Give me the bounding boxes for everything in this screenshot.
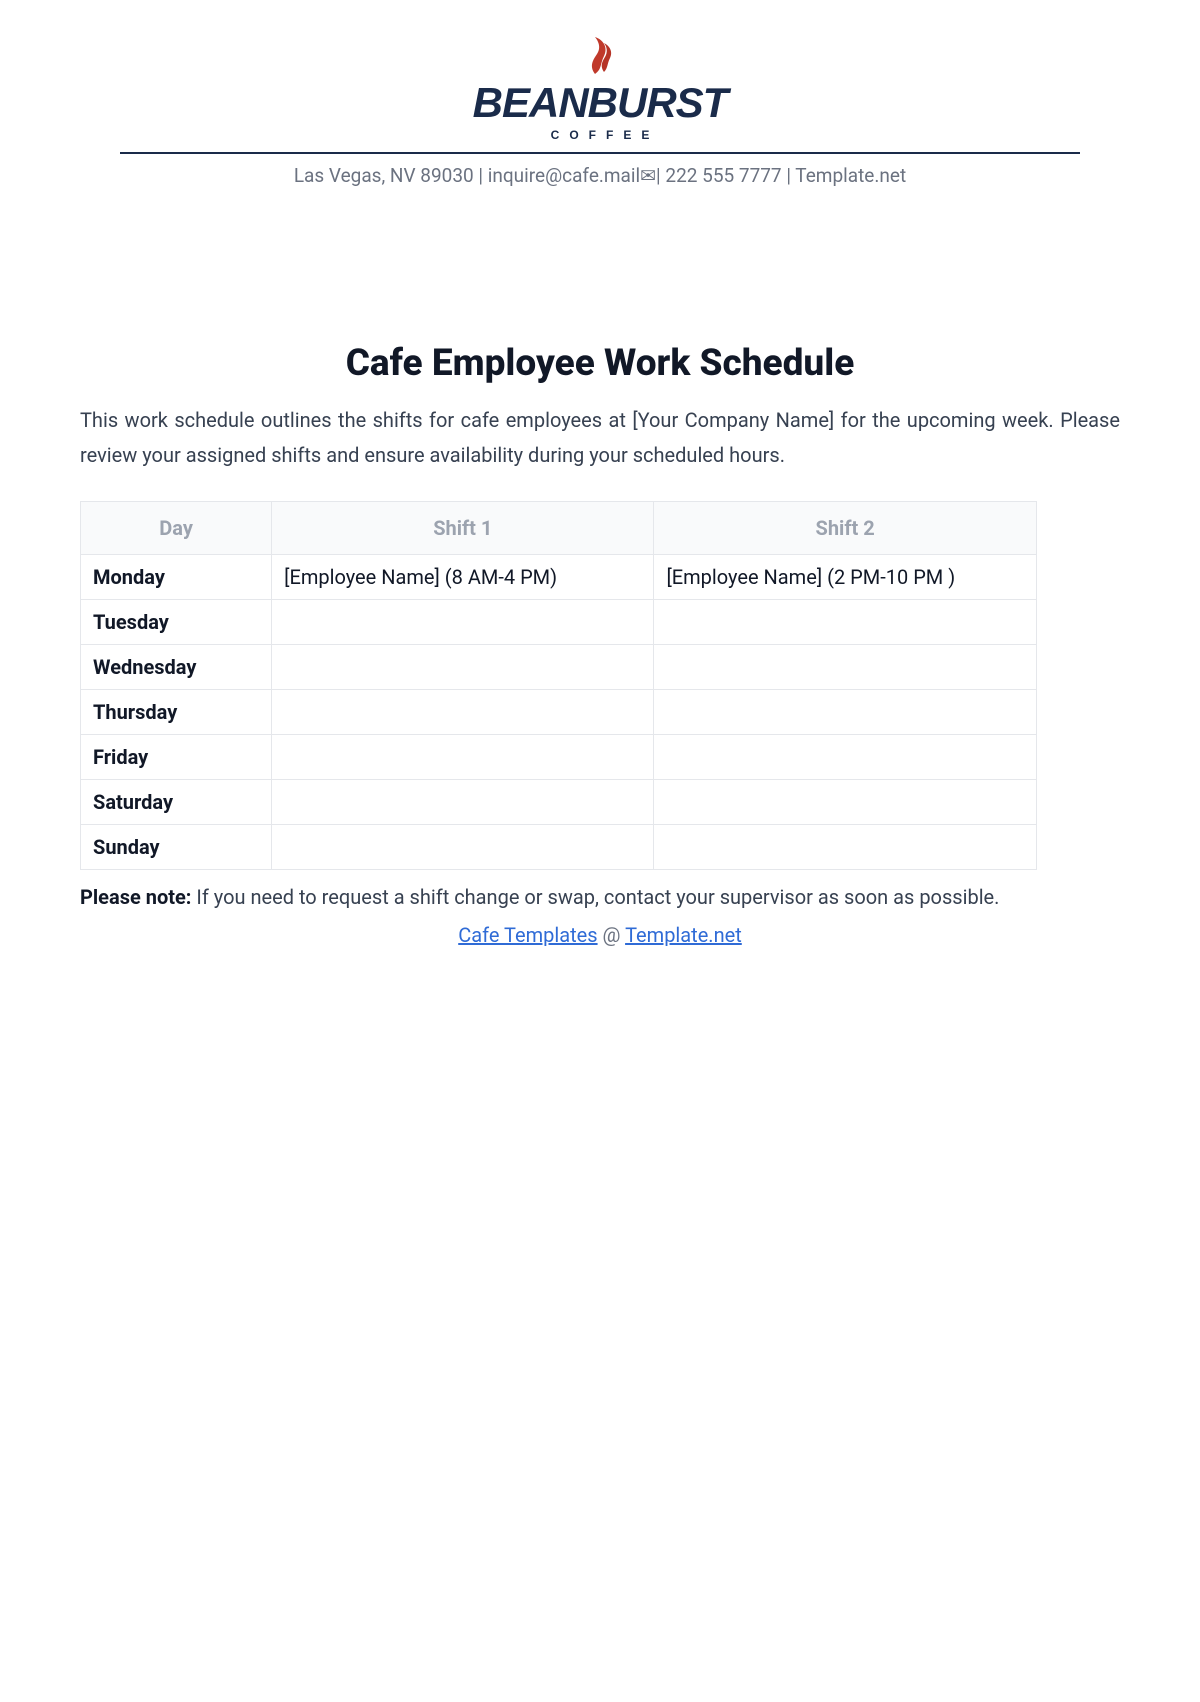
footer-links: Cafe Templates @ Template.net <box>80 923 1120 947</box>
col-header-shift1: Shift 1 <box>272 502 654 555</box>
cell-shift2: [Employee Name] (2 PM-10 PM ) <box>654 555 1036 600</box>
logo-subtext: COFFEE <box>120 128 1080 142</box>
cell-shift1 <box>272 600 654 645</box>
cell-shift1 <box>272 825 654 870</box>
logo-wordmark: BEANBURST <box>120 82 1080 124</box>
table-header-row: Day Shift 1 Shift 2 <box>81 502 1037 555</box>
cell-shift2 <box>654 690 1036 735</box>
link-cafe-templates[interactable]: Cafe Templates <box>458 923 597 947</box>
table-row: Tuesday <box>81 600 1037 645</box>
cell-day: Tuesday <box>81 600 272 645</box>
page-title: Cafe Employee Work Schedule <box>80 342 1120 385</box>
cell-shift2 <box>654 735 1036 780</box>
cell-shift1 <box>272 690 654 735</box>
cell-shift1 <box>272 780 654 825</box>
cell-shift2 <box>654 645 1036 690</box>
table-row: Saturday <box>81 780 1037 825</box>
document-page: BEANBURST COFFEE Las Vegas, NV 89030 | i… <box>0 0 1200 1007</box>
cell-shift1 <box>272 645 654 690</box>
cell-shift2 <box>654 780 1036 825</box>
table-row: Sunday <box>81 825 1037 870</box>
note-paragraph: Please note: If you need to request a sh… <box>80 880 1120 915</box>
col-header-day: Day <box>81 502 272 555</box>
brand-logo: BEANBURST COFFEE <box>120 30 1080 152</box>
note-text: If you need to request a shift change or… <box>191 885 999 909</box>
cell-shift2 <box>654 600 1036 645</box>
schedule-table: Day Shift 1 Shift 2 Monday [Employee Nam… <box>80 501 1037 870</box>
footer-separator: @ <box>598 923 626 947</box>
contact-line: Las Vegas, NV 89030 | inquire@cafe.mail✉… <box>120 154 1080 187</box>
link-template-net[interactable]: Template.net <box>625 923 742 947</box>
table-row: Thursday <box>81 690 1037 735</box>
cell-day: Monday <box>81 555 272 600</box>
table-row: Friday <box>81 735 1037 780</box>
cell-day: Saturday <box>81 780 272 825</box>
cell-shift1: [Employee Name] (8 AM-4 PM) <box>272 555 654 600</box>
note-label: Please note: <box>80 885 191 909</box>
header-band: BEANBURST COFFEE <box>120 30 1080 154</box>
cell-day: Wednesday <box>81 645 272 690</box>
table-row: Monday [Employee Name] (8 AM-4 PM) [Empl… <box>81 555 1037 600</box>
intro-paragraph: This work schedule outlines the shifts f… <box>80 403 1120 473</box>
cell-shift1 <box>272 735 654 780</box>
cell-day: Sunday <box>81 825 272 870</box>
cell-shift2 <box>654 825 1036 870</box>
cell-day: Friday <box>81 735 272 780</box>
cell-day: Thursday <box>81 690 272 735</box>
steam-icon <box>582 36 618 80</box>
col-header-shift2: Shift 2 <box>654 502 1036 555</box>
table-row: Wednesday <box>81 645 1037 690</box>
